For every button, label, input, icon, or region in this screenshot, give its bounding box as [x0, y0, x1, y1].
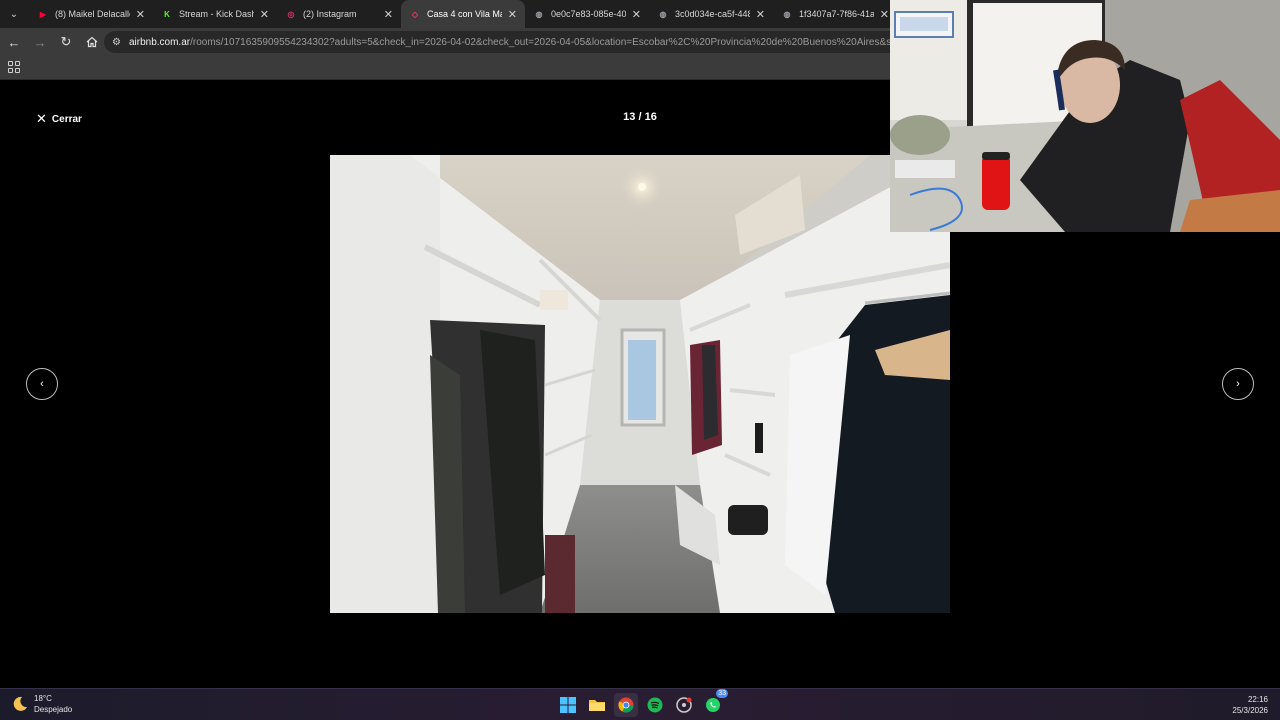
chevron-down-icon: ⌄ — [9, 8, 19, 20]
tab-title: 0e0c7e83-085e-406b — [551, 9, 626, 19]
clock-date: 25/3/2026 — [1232, 706, 1268, 715]
reload-icon: ↻ — [60, 34, 72, 49]
chevron-left-icon: ‹ — [40, 378, 44, 390]
spotify-button[interactable] — [643, 693, 667, 717]
moon-icon — [13, 696, 27, 711]
home-icon — [86, 36, 98, 48]
reload-button[interactable]: ↻ — [54, 30, 78, 54]
browser-tab[interactable]: ◍ 1f3407a7-7f86-41a1- ✕ — [773, 0, 897, 28]
url-host: airbnb.com.ar — [128, 36, 191, 48]
address-bar[interactable]: ⚙ airbnb.com.ar/rooms/107163590955423430… — [104, 31, 904, 53]
home-button[interactable] — [80, 30, 104, 54]
start-button[interactable] — [556, 693, 580, 717]
kick-icon: K — [164, 9, 170, 19]
browser-tab[interactable]: ◍ 0e0c7e83-085e-406b ✕ — [525, 0, 649, 28]
close-icon: ✕ — [36, 111, 47, 126]
tab-title: Casa 4 con Vila Marin — [427, 9, 502, 19]
back-button[interactable]: ← — [2, 30, 26, 54]
tab-title: Stream - Kick Dashbo — [179, 9, 254, 19]
walk-in-closet-image — [330, 155, 950, 613]
close-gallery-button[interactable]: ✕ Cerrar — [36, 111, 82, 127]
browser-tab[interactable]: ◍ 3c0d034e-ca5f-448e ✕ — [649, 0, 773, 28]
airbnb-icon: ◇ — [411, 9, 419, 19]
tab-title: 1f3407a7-7f86-41a1- — [799, 9, 874, 19]
forward-button[interactable]: → — [28, 30, 52, 54]
globe-icon: ◍ — [535, 9, 543, 19]
weather-widget[interactable]: 18°C Despejado — [12, 693, 72, 715]
weather-condition: Despejado — [34, 705, 73, 714]
windows-taskbar: 18°C Despejado 33 22:16 25/3/2026 — [0, 688, 1280, 720]
system-clock[interactable]: 22:16 25/3/2026 — [1232, 694, 1268, 716]
arrow-left-icon: ← — [7, 34, 21, 50]
webcam-overlay — [890, 0, 1280, 232]
whatsapp-badge: 33 — [716, 689, 728, 698]
instagram-icon: ◎ — [287, 9, 295, 19]
tab-close-icon[interactable]: ✕ — [508, 8, 517, 21]
tab-close-icon[interactable]: ✕ — [756, 8, 765, 21]
file-explorer-button[interactable] — [585, 693, 609, 717]
previous-photo-button[interactable]: ‹ — [26, 368, 58, 400]
tab-close-icon[interactable]: ✕ — [260, 8, 269, 21]
browser-tab[interactable]: ◇ Casa 4 con Vila Marin ✕ — [401, 0, 525, 28]
browser-tab[interactable]: ▶ (8) Maikel Delacalle - ✕ — [29, 0, 153, 28]
url-path: /rooms/1071635909554234302?adults=5&chec… — [190, 36, 904, 48]
photo-counter: 13 / 16 — [623, 111, 657, 123]
tab-close-icon[interactable]: ✕ — [136, 8, 145, 21]
globe-icon: ◍ — [783, 9, 791, 19]
taskbar-pinned-apps: 33 — [556, 689, 730, 717]
tab-close-icon[interactable]: ✕ — [880, 8, 889, 21]
tab-close-icon[interactable]: ✕ — [632, 8, 641, 21]
spotify-icon — [647, 697, 663, 713]
app-icon — [676, 697, 692, 713]
browser-tab[interactable]: ◎ (2) Instagram ✕ — [277, 0, 401, 28]
tab-title: 3c0d034e-ca5f-448e — [675, 9, 750, 19]
next-photo-button[interactable]: › — [1222, 368, 1254, 400]
youtube-icon: ▶ — [39, 9, 47, 19]
windows-icon — [560, 697, 576, 713]
chrome-icon — [618, 697, 634, 713]
streamer-webcam-image — [890, 0, 1280, 232]
whatsapp-icon — [706, 698, 720, 712]
tab-close-icon[interactable]: ✕ — [384, 8, 393, 21]
whatsapp-button[interactable]: 33 — [701, 689, 728, 717]
tab-title: (8) Maikel Delacalle - — [55, 9, 130, 19]
browser-tab[interactable]: K Stream - Kick Dashbo ✕ — [153, 0, 277, 28]
tab-title: (2) Instagram — [303, 9, 357, 19]
chrome-button[interactable] — [614, 693, 638, 717]
app-button[interactable] — [672, 693, 696, 717]
clock-time: 22:16 — [1247, 695, 1268, 704]
site-settings-icon[interactable]: ⚙ — [112, 37, 121, 48]
gallery-photo — [330, 155, 950, 613]
chevron-right-icon: › — [1236, 378, 1240, 390]
arrow-right-icon: → — [33, 34, 47, 50]
tab-search-button[interactable]: ⌄ — [5, 5, 23, 23]
apps-grid-icon[interactable] — [8, 61, 20, 73]
folder-icon — [589, 700, 605, 711]
globe-icon: ◍ — [659, 9, 667, 19]
close-label: Cerrar — [51, 113, 82, 125]
weather-temperature: 18°C — [34, 694, 52, 703]
